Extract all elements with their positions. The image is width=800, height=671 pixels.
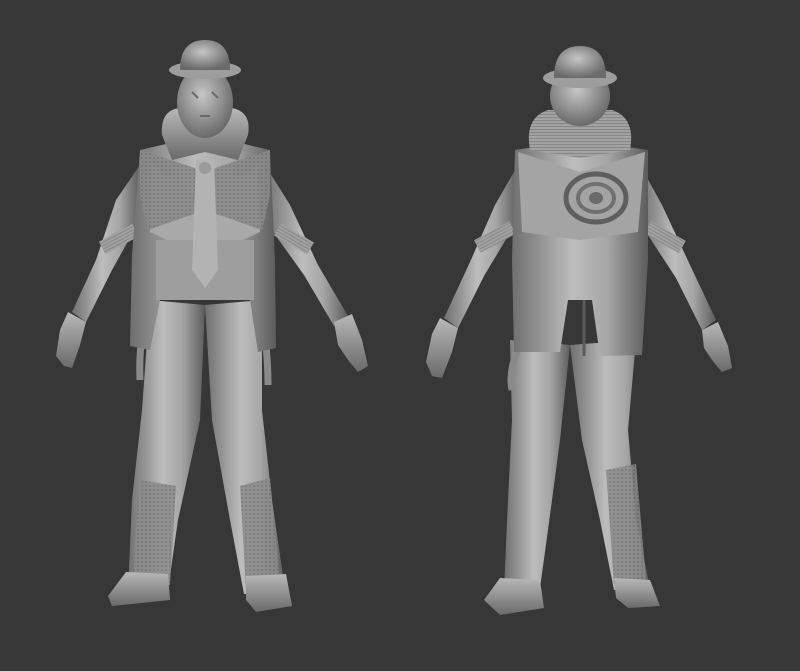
background — [0, 0, 800, 671]
front-tie — [192, 160, 218, 288]
back-spiral-inner — [589, 192, 603, 204]
sculpt-viewport — [0, 0, 800, 671]
right-shoe — [246, 574, 292, 612]
render-canvas — [0, 0, 800, 671]
tie-knot — [199, 162, 211, 174]
